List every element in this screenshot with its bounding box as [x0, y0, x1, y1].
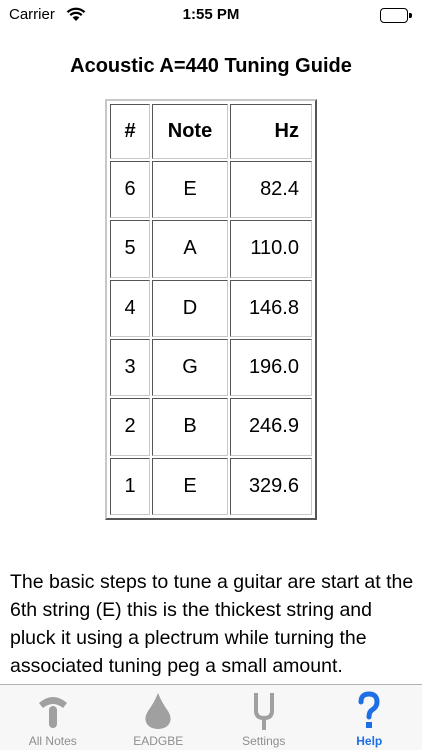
tuning-fork-icon	[244, 691, 284, 731]
tab-settings[interactable]: Settings	[211, 685, 317, 750]
string-number-cell: 1	[110, 457, 150, 515]
tab-label: Help	[356, 734, 383, 748]
frequency-cell: 246.9	[230, 398, 312, 456]
tab-all-notes[interactable]: All Notes	[0, 685, 106, 750]
table-row: 2 B 246.9	[110, 398, 312, 456]
tab-label: Settings	[242, 734, 286, 748]
tab-eadgbe[interactable]: EADGBE	[106, 685, 212, 750]
note-cell: A	[152, 220, 228, 278]
table-row: 1 E 329.6	[110, 457, 312, 515]
note-cell: E	[152, 161, 228, 219]
column-header-number: #	[110, 104, 150, 159]
column-header-hz: Hz	[230, 104, 312, 159]
note-cell: G	[152, 338, 228, 397]
note-cell: D	[152, 279, 228, 337]
table-row: 4 D 146.8	[110, 279, 312, 337]
frequency-cell: 196.0	[230, 338, 312, 397]
string-number-cell: 5	[110, 220, 150, 278]
frequency-cell: 329.6	[230, 457, 312, 515]
tab-label: EADGBE	[133, 734, 184, 748]
status-bar: Carrier 1:55 PM	[0, 0, 422, 30]
frequency-cell: 110.0	[230, 220, 312, 278]
note-cell: E	[152, 457, 228, 515]
page-title: Acoustic A=440 Tuning Guide	[70, 55, 352, 77]
tab-bar: All Notes EADGBE Settings Help	[0, 684, 422, 750]
tab-help[interactable]: Help	[317, 685, 422, 750]
clock: 1:55 PM	[182, 6, 240, 23]
string-number-cell: 6	[110, 161, 150, 219]
instructions-text: The basic steps to tune a guitar are sta…	[10, 571, 414, 677]
tuning-table: # Note Hz 6 E 82.4 5 A 110.0 4 D 146.8 3…	[105, 99, 317, 520]
table-row: 5 A 110.0	[110, 220, 312, 278]
table-header-row: # Note Hz	[110, 104, 312, 159]
column-header-note: Note	[152, 104, 228, 159]
frequency-cell: 82.4	[230, 161, 312, 219]
table-row: 3 G 196.0	[110, 338, 312, 397]
frequency-cell: 146.8	[230, 279, 312, 337]
note-cell: B	[152, 398, 228, 456]
tuning-peg-icon	[33, 691, 73, 731]
question-icon	[349, 691, 389, 731]
battery-icon	[380, 8, 412, 23]
table-row: 6 E 82.4	[110, 161, 312, 219]
pick-icon	[138, 691, 178, 731]
tab-label: All Notes	[28, 734, 77, 748]
string-number-cell: 2	[110, 398, 150, 456]
string-number-cell: 4	[110, 279, 150, 337]
string-number-cell: 3	[110, 338, 150, 397]
